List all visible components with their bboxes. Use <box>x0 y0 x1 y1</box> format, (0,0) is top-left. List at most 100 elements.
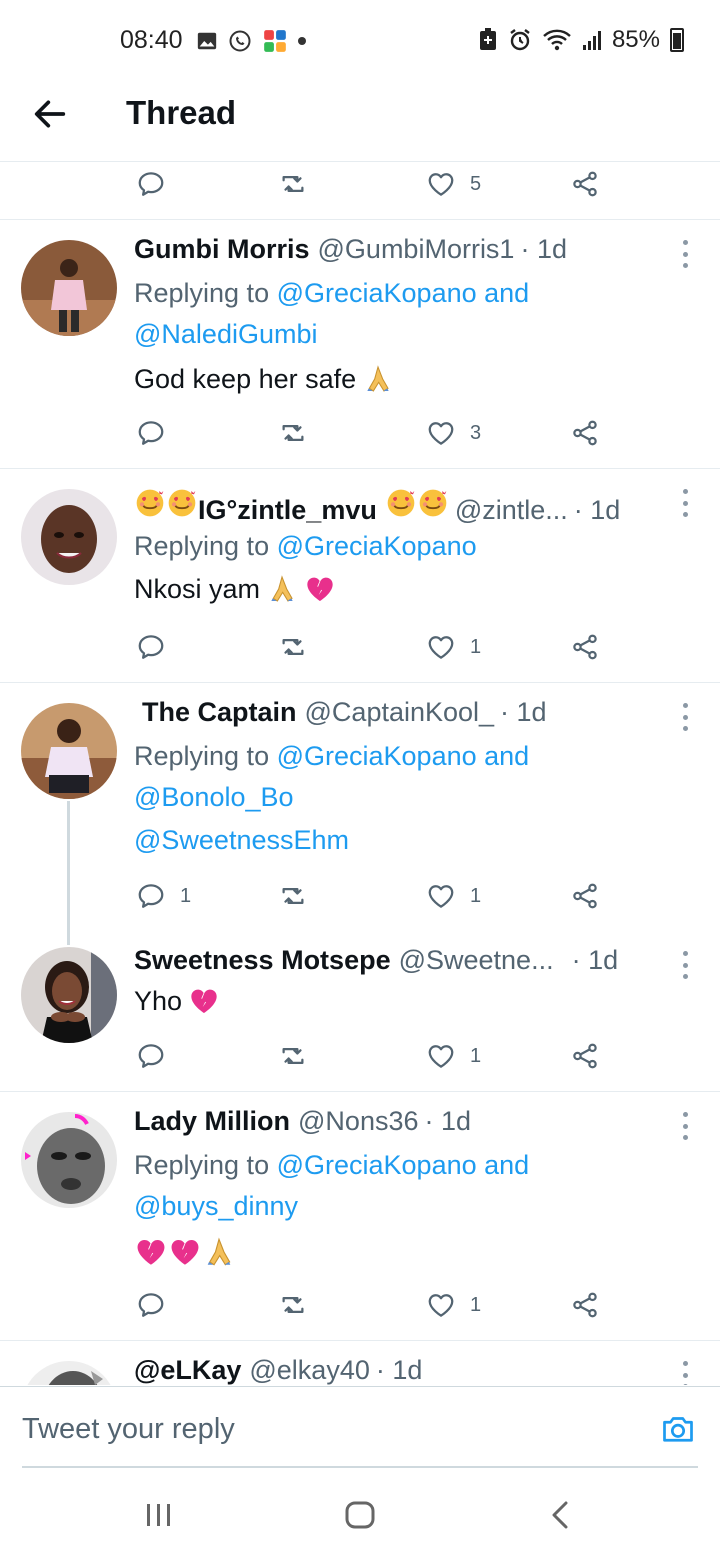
tweet-actions: 1 1 <box>136 876 616 916</box>
system-nav-bar <box>0 1468 720 1560</box>
user-handle[interactable]: @Nons36 <box>298 1106 418 1137</box>
reply-button[interactable] <box>136 632 166 662</box>
back-nav-icon[interactable] <box>548 1500 572 1530</box>
reply-button[interactable]: 1 <box>136 881 191 911</box>
mention-link[interactable]: @GreciaKopano and <box>277 741 530 771</box>
tweet-text: Nkosi yam <box>134 573 336 605</box>
like-count: 3 <box>470 421 482 444</box>
back-arrow-icon[interactable] <box>30 94 70 134</box>
avatar[interactable] <box>21 1112 117 1208</box>
smiling-hearts-emoji <box>166 487 198 519</box>
reply-button[interactable] <box>136 169 166 199</box>
reply-input[interactable]: Tweet your reply <box>22 1413 582 1446</box>
smiling-hearts-emoji <box>385 487 417 519</box>
like-button[interactable]: 1 <box>426 1290 481 1320</box>
tweet[interactable]: Lady Million @Nons36 · 1d Replying to @G… <box>0 1092 720 1340</box>
thread-feed[interactable]: 5 Gumbi Morris @GumbiMorris1 · 1d Replyi… <box>0 163 720 1385</box>
reply-button[interactable] <box>136 1041 166 1071</box>
user-handle[interactable]: @zintle... <box>455 495 568 526</box>
smiling-hearts-emoji <box>417 487 449 519</box>
user-handle[interactable]: @CaptainKool_ <box>305 697 495 728</box>
reply-icon <box>136 881 166 911</box>
more-options-icon[interactable] <box>680 1361 690 1385</box>
replying-to: Replying to @GreciaKopano and <box>134 278 529 309</box>
user-handle[interactable]: @Sweetne... <box>399 945 554 976</box>
display-name[interactable]: The Captain <box>142 697 297 728</box>
mention-link[interactable]: @Bonolo_Bo <box>134 782 294 813</box>
retweet-button[interactable] <box>278 418 308 448</box>
retweet-button[interactable] <box>278 881 308 911</box>
more-options-icon[interactable] <box>680 489 690 517</box>
avatar[interactable] <box>21 947 117 1043</box>
broken-heart-emoji <box>168 1235 202 1269</box>
heart-icon <box>426 881 456 911</box>
display-name[interactable]: Sweetness Motsepe <box>134 945 391 976</box>
retweet-button[interactable] <box>278 632 308 662</box>
tweet-text-content: Yho <box>134 985 183 1016</box>
mention-link[interactable]: @GreciaKopano and <box>277 1150 530 1180</box>
display-name[interactable]: Gumbi Morris <box>134 234 310 265</box>
like-button[interactable]: 5 <box>426 169 481 199</box>
avatar[interactable] <box>21 1361 117 1385</box>
tweet[interactable]: The Captain @CaptainKool_ · 1d Replying … <box>0 683 720 931</box>
tweet-actions: 5 <box>136 164 616 204</box>
more-options-icon[interactable] <box>680 951 690 979</box>
tweet[interactable]: IG°zintle_mvu @zintle... · 1d Replying t… <box>0 469 720 682</box>
mention-link[interactable]: @GreciaKopano and <box>277 278 530 308</box>
tweet-time: · 1d <box>424 1106 472 1136</box>
retweet-button[interactable] <box>278 1290 308 1320</box>
reply-button[interactable] <box>136 418 166 448</box>
folded-hands-emoji <box>362 363 394 395</box>
broken-heart-emoji <box>188 985 220 1017</box>
mention-link[interactable]: @SweetnessEhm <box>134 825 349 856</box>
display-name[interactable]: Lady Million <box>134 1106 290 1137</box>
tweet[interactable]: Sweetness Motsepe @Sweetne... · 1d Yho 1 <box>0 931 720 1091</box>
tweet-text: God keep her safe <box>134 363 394 395</box>
user-handle[interactable]: @elkay40 <box>249 1355 369 1385</box>
tweet-header: Lady Million @Nons36 · 1d <box>134 1106 660 1137</box>
share-icon <box>570 418 600 448</box>
tweet[interactable]: Gumbi Morris @GumbiMorris1 · 1d Replying… <box>0 220 720 468</box>
share-button[interactable] <box>570 1290 600 1320</box>
more-options-icon[interactable] <box>680 703 690 731</box>
avatar[interactable] <box>21 240 117 336</box>
retweet-icon <box>278 632 308 662</box>
like-button[interactable]: 3 <box>426 418 481 448</box>
share-button[interactable] <box>570 169 600 199</box>
retweet-icon <box>278 1290 308 1320</box>
reply-icon <box>136 169 166 199</box>
display-name[interactable]: IG°zintle_mvu <box>198 495 377 526</box>
reply-button[interactable] <box>136 1290 166 1320</box>
share-button[interactable] <box>570 1041 600 1071</box>
share-button[interactable] <box>570 418 600 448</box>
alarm-icon <box>510 29 530 51</box>
mention-link[interactable]: @NalediGumbi <box>134 319 317 350</box>
share-icon <box>570 881 600 911</box>
camera-icon[interactable] <box>660 1411 696 1447</box>
retweet-button[interactable] <box>278 1041 308 1071</box>
share-button[interactable] <box>570 632 600 662</box>
recent-apps-icon[interactable] <box>144 1500 174 1530</box>
reply-icon <box>136 1290 166 1320</box>
like-button[interactable]: 1 <box>426 632 481 662</box>
battery-saver-icon <box>479 28 496 50</box>
like-button[interactable]: 1 <box>426 881 481 911</box>
avatar[interactable] <box>21 489 117 585</box>
mention-link[interactable]: @buys_dinny <box>134 1191 298 1222</box>
user-handle[interactable]: @GumbiMorris1 <box>318 234 515 265</box>
more-options-icon[interactable] <box>680 1112 690 1140</box>
broken-heart-emoji <box>304 573 336 605</box>
share-button[interactable] <box>570 881 600 911</box>
replying-to: Replying to @GreciaKopano and <box>134 741 529 772</box>
tweet-time: · 1d <box>520 234 567 264</box>
broken-heart-emoji <box>134 1235 168 1269</box>
more-options-icon[interactable] <box>680 240 690 268</box>
mention-link[interactable]: @GreciaKopano <box>277 531 477 561</box>
like-button[interactable]: 1 <box>426 1041 481 1071</box>
avatar[interactable] <box>21 703 117 799</box>
display-name[interactable]: @eLKay <box>134 1355 241 1385</box>
tweet[interactable]: @eLKay @elkay40 · 1d <box>0 1341 720 1385</box>
retweet-button[interactable] <box>278 169 308 199</box>
home-icon[interactable] <box>344 1500 376 1530</box>
like-count: 1 <box>470 635 482 658</box>
